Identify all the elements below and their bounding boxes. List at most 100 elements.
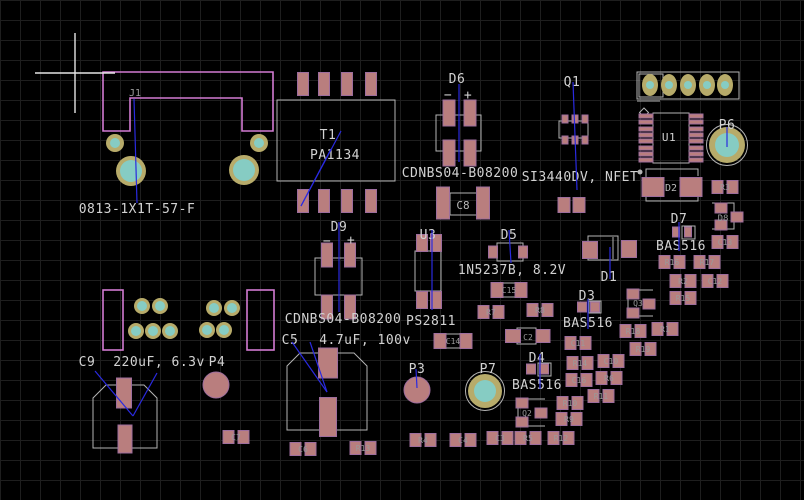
refdes-text[interactable]: R14 xyxy=(573,359,588,368)
smd-pad[interactable] xyxy=(558,198,570,213)
round-smd-pad[interactable] xyxy=(203,372,229,398)
refdes-text[interactable]: R9 xyxy=(564,415,574,424)
smd-pad[interactable] xyxy=(516,417,528,427)
smd-pad[interactable] xyxy=(622,241,637,258)
tht-pad[interactable] xyxy=(229,155,259,185)
small-component[interactable]: R15 xyxy=(670,292,696,305)
smd-pad[interactable] xyxy=(443,140,455,166)
silkscreen-text[interactable]: U1 xyxy=(662,131,676,144)
smd-pad[interactable] xyxy=(319,190,330,213)
small-component[interactable]: R7 xyxy=(478,306,504,319)
smd-pad[interactable] xyxy=(489,246,498,258)
small-component[interactable]: R18 xyxy=(620,325,646,338)
refdes-text[interactable]: R10 xyxy=(563,399,578,408)
oval-pad[interactable] xyxy=(661,74,677,96)
smd-pad[interactable] xyxy=(639,152,653,156)
smd-pad[interactable] xyxy=(477,187,490,219)
small-component[interactable]: R3 xyxy=(712,181,738,194)
refdes-text[interactable]: C3 xyxy=(495,434,505,443)
silkscreen-text[interactable]: CDNBS04-B08200 xyxy=(402,166,519,181)
refdes-text[interactable]: R17 xyxy=(700,258,715,267)
small-component[interactable]: C6 xyxy=(290,443,316,456)
silkscreen-text[interactable]: C9 xyxy=(79,355,96,370)
small-component[interactable]: C11 xyxy=(565,337,591,350)
refdes-text[interactable]: Q3 xyxy=(633,299,643,308)
silkscreen-text[interactable]: P3 xyxy=(409,362,426,377)
refdes-text[interactable]: C4 xyxy=(458,436,468,445)
smd-pad[interactable] xyxy=(639,120,653,124)
smd-pad[interactable] xyxy=(417,292,428,309)
silkscreen-text[interactable]: − xyxy=(444,88,452,103)
small-component[interactable]: C3 xyxy=(487,432,513,445)
tht-pad[interactable] xyxy=(199,322,215,338)
refdes-text[interactable]: R15 xyxy=(676,294,691,303)
small-component[interactable]: R12 xyxy=(548,432,574,445)
silkscreen-text[interactable]: 0813-1X1T-57-F xyxy=(79,202,196,217)
refdes-text[interactable]: C13 xyxy=(718,238,733,247)
footprint-outline[interactable] xyxy=(415,251,441,291)
silkscreen-text[interactable]: D1 xyxy=(601,270,618,285)
tht-pad[interactable] xyxy=(128,323,144,339)
tht-pad[interactable] xyxy=(106,134,124,152)
refdes-text[interactable]: R6 xyxy=(604,374,614,383)
tht-pad[interactable] xyxy=(162,323,178,339)
smd-pad[interactable] xyxy=(464,100,476,126)
smd-pad[interactable] xyxy=(689,139,703,143)
tht-pad[interactable] xyxy=(224,300,240,316)
refdes-text[interactable]: D8 xyxy=(718,214,729,224)
small-component[interactable]: R16 xyxy=(659,256,685,269)
small-component[interactable]: R14 xyxy=(567,357,593,370)
oval-pad[interactable] xyxy=(699,74,715,96)
silkscreen-text[interactable]: Q1 xyxy=(564,75,581,90)
refdes-text[interactable]: R5 xyxy=(523,434,533,443)
smd-pad[interactable] xyxy=(515,283,527,298)
refdes-text[interactable]: R8 xyxy=(535,306,545,315)
tht-pad[interactable] xyxy=(216,322,232,338)
smd-pad[interactable] xyxy=(689,127,703,131)
courtyard-outline[interactable] xyxy=(103,72,273,131)
small-component[interactable]: R11 xyxy=(588,390,614,403)
small-component[interactable]: R2 xyxy=(670,275,696,288)
smd-pad[interactable] xyxy=(573,198,585,213)
smd-pad[interactable] xyxy=(639,158,653,162)
refdes-text[interactable]: R7 xyxy=(486,308,496,317)
refdes-text[interactable]: C12 xyxy=(708,277,723,286)
refdes-text[interactable]: C11 xyxy=(571,339,586,348)
refdes-text[interactable]: C2 xyxy=(523,333,533,342)
tht-pad[interactable] xyxy=(116,156,146,186)
smd-pad[interactable] xyxy=(639,114,653,118)
smd-pad[interactable] xyxy=(642,178,664,197)
smd-pad[interactable] xyxy=(434,334,446,349)
oval-pad[interactable] xyxy=(642,74,658,96)
smd-pad[interactable] xyxy=(689,146,703,150)
silkscreen-text[interactable]: P7 xyxy=(480,362,497,377)
smd-pad[interactable] xyxy=(342,73,353,96)
smd-pad[interactable] xyxy=(464,140,476,166)
smd-pad[interactable] xyxy=(443,100,455,126)
small-component[interactable]: R8 xyxy=(527,304,553,317)
refdes-text[interactable]: R19 xyxy=(636,345,651,354)
silkscreen-text[interactable]: D4 xyxy=(529,351,546,366)
smd-pad[interactable] xyxy=(319,73,330,96)
smd-pad[interactable] xyxy=(583,242,598,259)
smd-pad[interactable] xyxy=(627,308,639,318)
smd-pad[interactable] xyxy=(562,115,568,123)
small-component[interactable]: C13 xyxy=(712,236,738,249)
smd-pad[interactable] xyxy=(689,114,703,118)
silkscreen-text[interactable]: 4.7uF, 100v xyxy=(319,333,411,348)
silkscreen-text[interactable]: − xyxy=(323,234,331,249)
smd-pad[interactable] xyxy=(118,425,132,453)
smd-pad[interactable] xyxy=(320,398,337,437)
smd-pad[interactable] xyxy=(516,398,528,408)
refdes-text[interactable]: C6 xyxy=(298,445,308,454)
oval-pad[interactable] xyxy=(717,74,733,96)
smd-pad[interactable] xyxy=(536,330,550,343)
refdes-text[interactable]: R11 xyxy=(594,392,609,401)
smd-pad[interactable] xyxy=(582,115,588,123)
tht-pad[interactable] xyxy=(152,298,168,314)
refdes-text[interactable]: R13 xyxy=(356,444,371,453)
small-component[interactable]: R6 xyxy=(596,372,622,385)
small-component[interactable]: C4 xyxy=(450,434,476,447)
smd-pad[interactable] xyxy=(366,73,377,96)
smd-pad[interactable] xyxy=(535,408,547,418)
